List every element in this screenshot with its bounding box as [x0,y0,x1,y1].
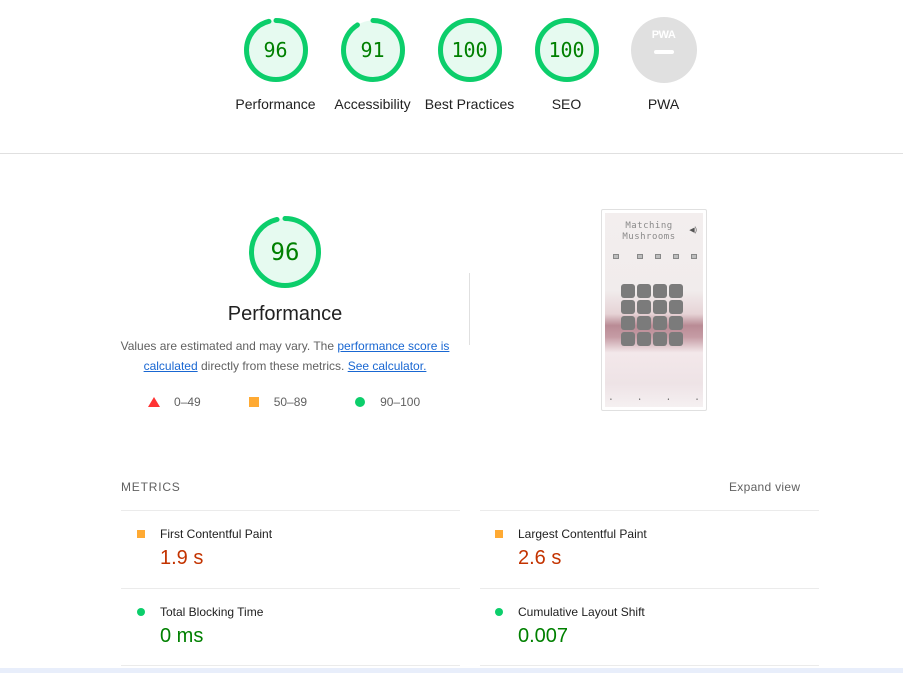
screenshot-title-line1: Matching [625,221,673,231]
metric-value: 0 ms [160,625,204,647]
performance-score: 96 [263,38,288,62]
gauge-performance[interactable]: 96 Performance [227,17,324,114]
metric-value: 1.9 s [160,547,204,569]
card [669,316,683,330]
card [621,300,635,314]
performance-label: Performance [235,96,316,112]
metric-value: 0.007 [518,625,569,647]
expand-view-toggle[interactable]: Expand view [729,480,800,494]
score-scale-legend: 0–49 50–89 90–100 [148,393,420,411]
metrics-divider [121,665,460,666]
card [621,332,635,346]
accessibility-label: Accessibility [334,96,411,112]
seo-label: SEO [551,96,582,112]
footer-item: ● [667,397,670,401]
pwa-dash-icon [653,50,674,54]
screenshot-button [637,254,643,259]
screenshot-buttons [613,254,697,259]
screenshot-button [673,254,679,259]
speaker-icon: ◀) [689,227,697,234]
metrics-divider [480,588,819,589]
screenshot-app-title: Matching Mushrooms [605,221,693,243]
description-prefix: Values are estimated and may vary. The [120,339,338,353]
card [621,284,635,298]
metrics-divider [480,510,819,511]
metrics-heading: METRICS [121,480,181,494]
screenshot-content: Matching Mushrooms ◀) ● ● ● ● [605,213,703,407]
gauge-seo[interactable]: 100 SEO [518,17,615,114]
vertical-divider [469,273,470,345]
legend-fail-range: 0–49 [174,395,201,409]
performance-gauge-circle: 96 [243,17,309,83]
performance-large-gauge: 96 [248,215,322,289]
metric-name: Cumulative Layout Shift [518,605,645,619]
accessibility-score: 91 [360,38,385,62]
footer-item: ● [610,397,612,401]
best-practices-score: 100 [451,38,488,62]
pwa-label: PWA [647,96,680,112]
average-square-icon [495,530,503,538]
card [669,300,683,314]
performance-title: Performance [227,303,343,325]
pass-circle-icon [355,397,366,407]
metric-name: Largest Contentful Paint [518,527,647,541]
screenshot-footer: ● ● ● ● [610,397,698,401]
card [637,284,651,298]
card [637,332,651,346]
gauge-accessibility[interactable]: 91 Accessibility [324,17,421,114]
performance-description: Values are estimated and may vary. The p… [120,336,450,376]
metrics-divider [480,665,819,666]
performance-large-score: 96 [270,238,300,266]
legend-fail: 0–49 [148,393,201,411]
description-middle: directly from these metrics. [197,359,348,373]
footer-item: ● [638,397,641,401]
card [637,300,651,314]
final-screenshot[interactable]: Matching Mushrooms ◀) ● ● ● ● [601,209,707,411]
card [637,316,651,330]
best-practices-label: Best Practices [424,96,515,112]
card [653,300,667,314]
card [669,332,683,346]
pass-circle-icon [495,608,503,616]
legend-pass-range: 90–100 [380,395,421,409]
metric-value: 2.6 s [518,547,562,569]
seo-gauge-circle: 100 [534,17,600,83]
screenshot-button [691,254,697,259]
card [669,284,683,298]
legend-average-range: 50–89 [273,395,308,409]
gauge-pwa[interactable]: PWA PWA [615,17,712,114]
average-square-icon [248,397,259,407]
screenshot-title-line2: Mushrooms [622,232,676,242]
card [621,316,635,330]
pwa-badge-icon: PWA [630,17,697,83]
bottom-strip [0,668,903,673]
accessibility-gauge-circle: 91 [340,17,406,83]
screenshot-button [655,254,661,259]
legend-average: 50–89 [248,393,308,411]
legend-pass: 90–100 [355,393,420,411]
average-square-icon [137,530,145,538]
screenshot-button [613,254,619,259]
metric-name: First Contentful Paint [160,527,273,541]
category-gauges: 96 Performance 91 Accessibility 100 Best… [227,17,712,114]
header-divider [0,153,903,154]
pwa-badge-mark: PWA [651,29,676,41]
card [653,332,667,346]
see-calculator-link[interactable]: See calculator. [348,359,427,373]
seo-score: 100 [548,38,585,62]
gauge-best-practices[interactable]: 100 Best Practices [421,17,518,114]
pass-circle-icon [137,608,145,616]
card [653,316,667,330]
fail-triangle-icon [148,397,160,407]
metrics-divider [121,588,460,589]
best-practices-gauge-circle: 100 [437,17,503,83]
footer-item: ● [696,397,698,401]
metrics-divider [121,510,460,511]
screenshot-card-grid [621,284,683,346]
card [653,284,667,298]
metric-name: Total Blocking Time [160,605,264,619]
